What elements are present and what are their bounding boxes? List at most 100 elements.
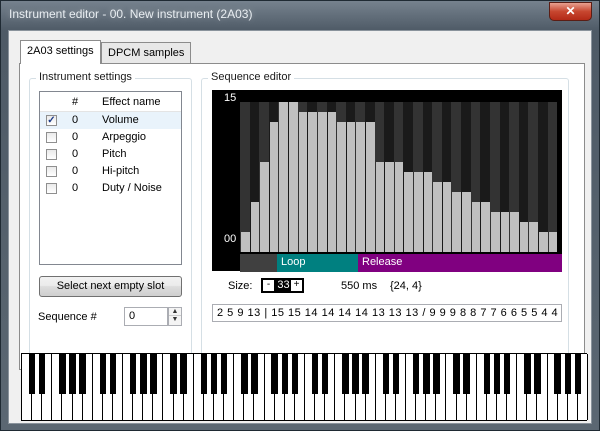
piano-black-key[interactable] [483, 354, 491, 394]
effect-row[interactable]: 0 Pitch [40, 146, 181, 163]
piano-black-key[interactable] [129, 354, 137, 394]
effect-checkbox[interactable]: ✓ [46, 115, 57, 126]
piano-black-key[interactable] [554, 354, 561, 394]
size-control: - 33 + [261, 278, 304, 293]
size-increase-button[interactable]: + [291, 280, 302, 291]
piano-black-key[interactable] [321, 354, 329, 394]
size-decrease-button[interactable]: - [263, 280, 274, 291]
sequence-bar [394, 162, 404, 252]
piano-black-key[interactable] [524, 354, 531, 394]
instrument-editor-window: Instrument editor - 00. New instrument (… [0, 0, 600, 431]
piano-black-key[interactable] [28, 354, 36, 394]
tab-2a03-settings[interactable]: 2A03 settings [20, 40, 101, 64]
piano-black-key[interactable] [503, 354, 511, 394]
effect-row[interactable]: 0 Arpeggio [40, 129, 181, 146]
piano-black-key[interactable] [433, 354, 440, 394]
effect-name: Volume [102, 114, 139, 126]
piano-black-key[interactable] [220, 354, 228, 394]
sequence-column[interactable] [537, 102, 548, 252]
tab-dpcm-samples[interactable]: DPCM samples [101, 42, 192, 63]
effect-row[interactable]: ✓ 0 Volume [40, 112, 181, 129]
sequence-bar [510, 212, 519, 252]
piano-black-key[interactable] [574, 354, 582, 394]
sequence-editor-legend: Sequence editor [208, 71, 295, 83]
sequence-bar [317, 112, 327, 252]
sequence-bar [519, 222, 529, 252]
piano-black-key[interactable] [69, 354, 76, 394]
effect-sequence-number: 0 [72, 131, 79, 143]
effect-checkbox[interactable] [46, 149, 57, 160]
piano-black-key[interactable] [170, 354, 177, 394]
tab-panel-2a03: Instrument settings # Effect name ✓ 0 Volu… [19, 63, 585, 370]
effect-checkbox[interactable] [46, 132, 57, 143]
piano-black-key[interactable] [362, 354, 369, 394]
sequence-bar [260, 162, 269, 252]
window-title: Instrument editor - 00. New instrument (… [9, 7, 253, 21]
release-bar[interactable]: Release [358, 254, 562, 272]
piano-keyboard[interactable] [21, 353, 588, 421]
piano-black-key[interactable] [534, 354, 541, 394]
sequence-number-label: Sequence # [38, 311, 97, 323]
piano-black-key[interactable] [210, 354, 218, 394]
mml-text: 2 5 9 13 | 15 15 14 14 14 14 13 13 13 / … [217, 307, 561, 319]
piano-black-key[interactable] [392, 354, 400, 394]
sequence-bar [481, 202, 490, 252]
piano-black-key[interactable] [564, 354, 571, 394]
piano-black-key[interactable] [79, 354, 86, 394]
effect-list[interactable]: # Effect name ✓ 0 Volume 0 Arpeggio 0 Pitch 0 Hi… [39, 91, 182, 265]
piano-black-key[interactable] [150, 354, 157, 394]
effect-row[interactable]: 0 Duty / Noise [40, 180, 181, 197]
sequence-column[interactable] [547, 102, 558, 252]
sequence-bar [385, 162, 394, 252]
sequence-bar [308, 112, 317, 252]
title-bar[interactable]: Instrument editor - 00. New instrument (… [1, 1, 599, 29]
piano-black-key[interactable] [463, 354, 470, 394]
piano-black-key[interactable] [311, 354, 319, 394]
piano-black-key[interactable] [59, 354, 66, 394]
spin-down-icon[interactable]: ▼ [169, 316, 181, 324]
piano-black-key[interactable] [453, 354, 460, 394]
piano-black-key[interactable] [291, 354, 299, 394]
sequence-bar [500, 212, 510, 252]
effect-name: Hi-pitch [102, 165, 140, 177]
piano-black-key[interactable] [382, 354, 390, 394]
effect-row[interactable]: 0 Hi-pitch [40, 163, 181, 180]
sequence-graph[interactable]: 15 00 Loop Release [212, 90, 562, 272]
effect-checkbox[interactable] [46, 183, 57, 194]
sequence-bar [433, 182, 442, 252]
column-header-effect-name[interactable]: Effect name [102, 96, 161, 108]
sequence-bar [414, 172, 423, 252]
select-next-empty-slot-button[interactable]: Select next empty slot [39, 276, 182, 297]
piano-black-key[interactable] [241, 354, 248, 394]
cursor-info-text: {24, 4} [390, 280, 422, 292]
piano-black-key[interactable] [38, 354, 46, 394]
spin-up-icon[interactable]: ▲ [169, 308, 181, 316]
sequence-bar [337, 122, 346, 252]
sequence-number-input[interactable]: 0 [124, 307, 168, 326]
piano-black-key[interactable] [109, 354, 117, 394]
piano-black-key[interactable] [412, 354, 420, 394]
piano-black-key[interactable] [271, 354, 278, 394]
sequence-bar [241, 232, 250, 252]
effect-checkbox[interactable] [46, 166, 57, 177]
piano-black-key[interactable] [180, 354, 187, 394]
close-button[interactable]: ✕ [549, 2, 592, 21]
piano-black-key[interactable] [493, 354, 501, 394]
column-header-num[interactable]: # [72, 96, 78, 108]
duration-text: 550 ms [341, 280, 378, 292]
piano-black-key[interactable] [342, 354, 349, 394]
instrument-settings-legend: Instrument settings [36, 71, 135, 83]
mml-input[interactable]: 2 5 9 13 | 15 15 14 14 14 14 13 13 13 / … [212, 304, 562, 322]
sequence-number-spinner[interactable]: ▲ ▼ [168, 307, 182, 326]
piano-black-key[interactable] [140, 354, 147, 394]
size-value[interactable]: 33 [275, 279, 292, 291]
piano-black-key[interactable] [200, 354, 208, 394]
piano-black-key[interactable] [352, 354, 359, 394]
piano-black-key[interactable] [281, 354, 288, 394]
sequence-column[interactable] [240, 102, 250, 252]
piano-black-key[interactable] [251, 354, 258, 394]
piano-black-key[interactable] [423, 354, 430, 394]
loop-bar[interactable]: Loop [277, 254, 358, 272]
piano-black-key[interactable] [99, 354, 107, 394]
sequence-bar [452, 192, 462, 252]
